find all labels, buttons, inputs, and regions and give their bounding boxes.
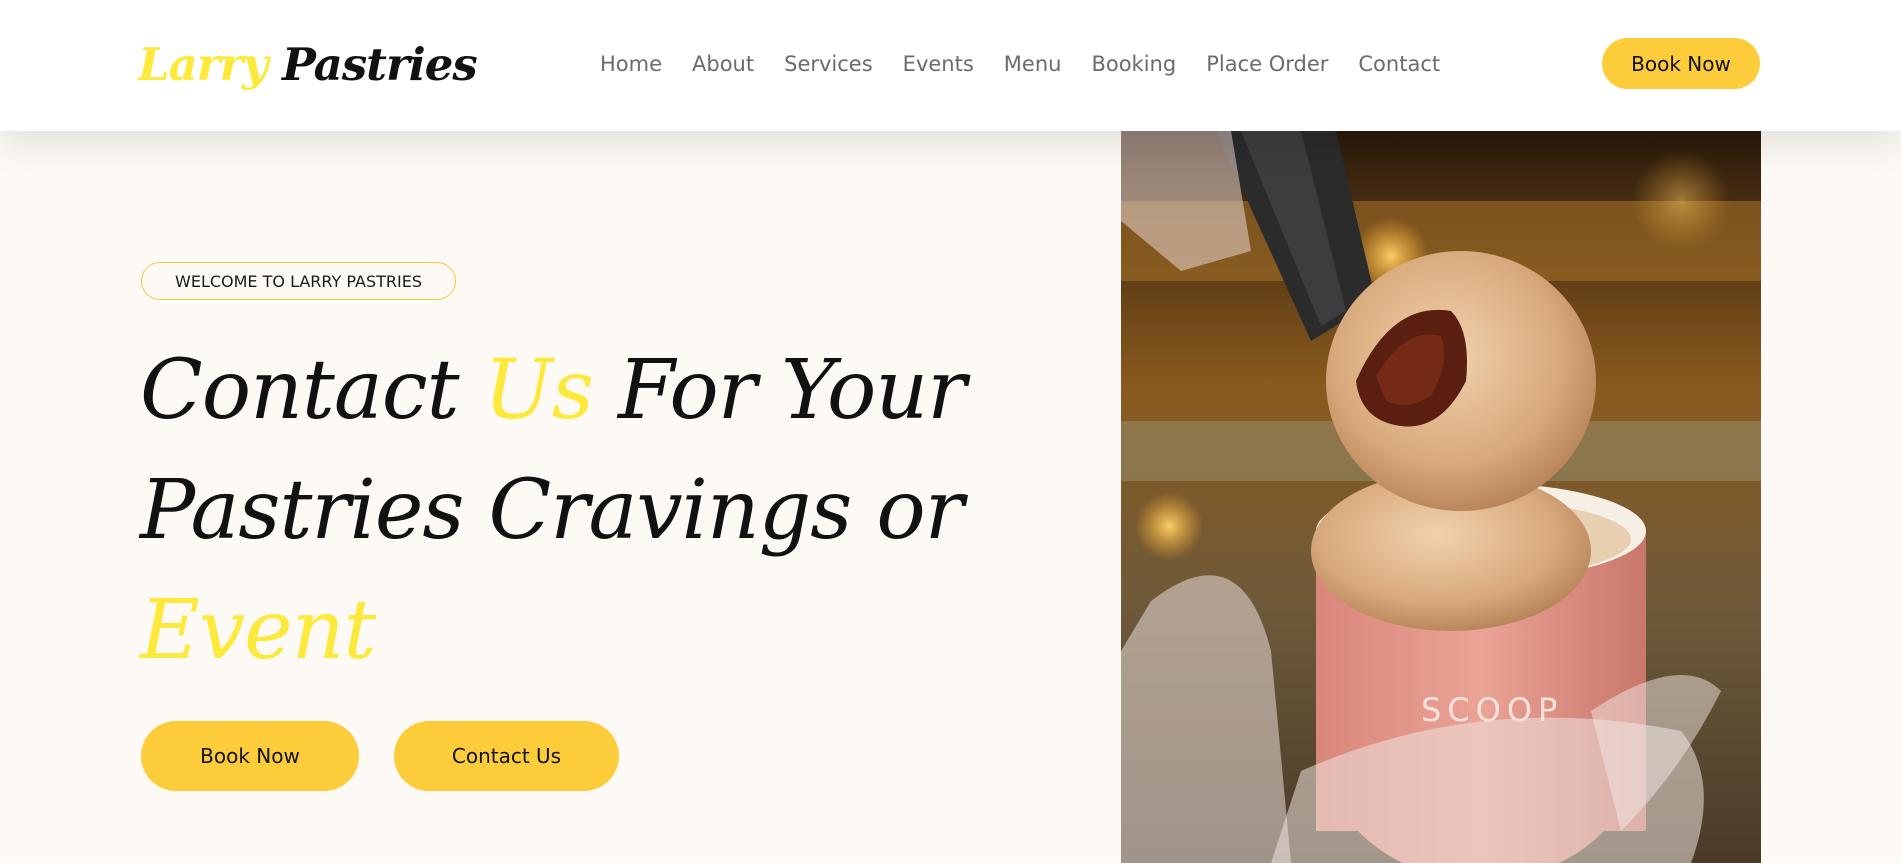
nav-home[interactable]: Home: [600, 45, 662, 83]
ice-cream-scoop-photo: SCOOP: [1121, 131, 1761, 863]
headline-pastries-cravings: Pastries Cravings or: [140, 463, 964, 558]
nav-events[interactable]: Events: [903, 45, 974, 83]
headline-word-event: Event: [140, 583, 376, 678]
nav-contact[interactable]: Contact: [1358, 45, 1440, 83]
hero-contact-us-button[interactable]: Contact Us: [394, 721, 619, 791]
hero-book-now-button[interactable]: Book Now: [141, 721, 359, 791]
logo[interactable]: Larry Pastries: [138, 30, 478, 100]
nav-menu[interactable]: Menu: [1004, 45, 1062, 83]
welcome-badge: WELCOME TO LARRY PASTRIES: [141, 262, 456, 300]
hero-headline: Contact Us For Your Pastries Cravings or…: [140, 331, 1000, 691]
hero-section: WELCOME TO LARRY PASTRIES Contact Us For…: [0, 131, 1901, 863]
header-book-now-button[interactable]: Book Now: [1602, 38, 1760, 89]
nav-booking[interactable]: Booking: [1091, 45, 1176, 83]
ice-cream-illustration: SCOOP: [1121, 131, 1761, 863]
nav-place-order[interactable]: Place Order: [1206, 45, 1328, 83]
headline-for-your: For Your: [618, 343, 966, 438]
headline-word-contact: Contact: [140, 343, 460, 438]
nav-about[interactable]: About: [692, 45, 754, 83]
site-header: Larry Pastries Home About Services Event…: [0, 0, 1901, 131]
logo-part-pastries: Pastries: [282, 38, 478, 91]
main-nav: Home About Services Events Menu Booking …: [600, 45, 1440, 83]
headline-word-us: Us: [483, 343, 594, 438]
logo-part-larry: Larry: [138, 38, 268, 91]
nav-services[interactable]: Services: [784, 45, 873, 83]
